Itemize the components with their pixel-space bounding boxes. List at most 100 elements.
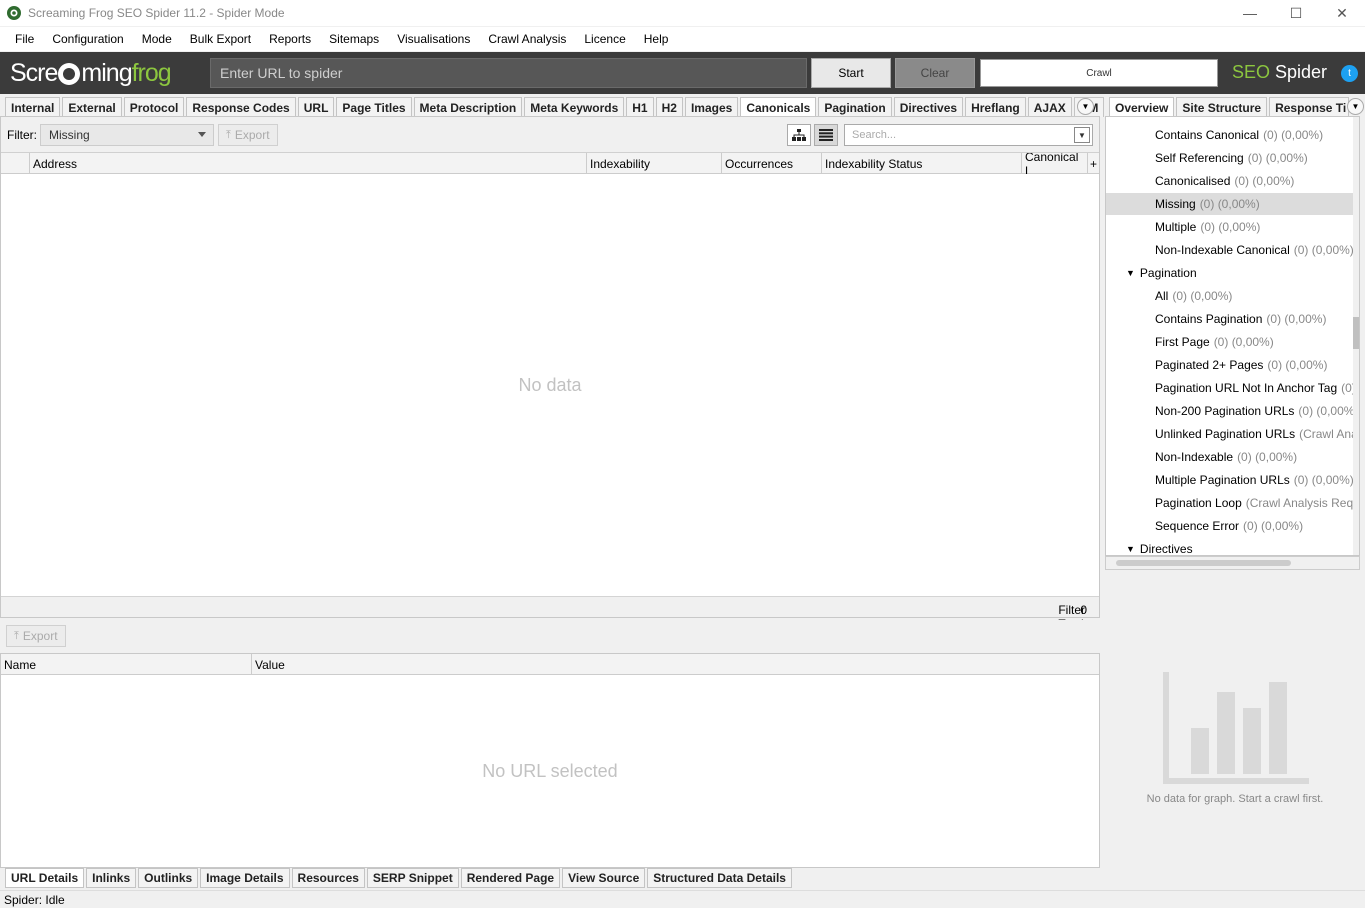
- tab-hreflang[interactable]: Hreflang: [965, 97, 1026, 117]
- no-url-selected-message: No URL selected: [482, 761, 618, 781]
- tab-meta-description[interactable]: Meta Description: [413, 97, 523, 117]
- tab-h1[interactable]: H1: [626, 97, 654, 117]
- tab-external[interactable]: External: [62, 97, 122, 117]
- add-column-icon[interactable]: +: [1087, 153, 1099, 174]
- tab-url[interactable]: URL: [297, 97, 335, 117]
- tree-item-multiple-pagination-urls[interactable]: Multiple Pagination URLs (0) (0,00%): [1106, 469, 1356, 491]
- menu-visualisations[interactable]: Visualisations: [397, 32, 470, 46]
- column-address[interactable]: Address: [29, 153, 587, 174]
- menu-bulk-export[interactable]: Bulk Export: [190, 32, 251, 46]
- menu-mode[interactable]: Mode: [142, 32, 172, 46]
- tab-images[interactable]: Images: [684, 97, 739, 117]
- tab-overview[interactable]: Overview: [1109, 97, 1175, 117]
- tree-item-pagination-loop[interactable]: Pagination Loop (Crawl Analysis Requi: [1106, 492, 1359, 514]
- lower-export-button[interactable]: ⤒ Export: [6, 625, 66, 647]
- tab-protocol[interactable]: Protocol: [123, 97, 185, 117]
- column-indexability-status[interactable]: Indexability Status: [821, 153, 1021, 174]
- expand-icon[interactable]: ▼: [1126, 268, 1135, 278]
- tab-page-titles[interactable]: Page Titles: [336, 97, 412, 117]
- export-button[interactable]: ⤒ Export: [218, 124, 278, 146]
- tree-item-all[interactable]: All (0) (0,00%): [1106, 285, 1356, 307]
- tree-item-canonicalised[interactable]: Canonicalised (0) (0,00%): [1106, 170, 1356, 192]
- status-bar: Spider: Idle: [0, 890, 1365, 908]
- tab-pagination[interactable]: Pagination: [818, 97, 892, 117]
- menu-file[interactable]: File: [15, 32, 34, 46]
- menu-sitemaps[interactable]: Sitemaps: [329, 32, 379, 46]
- column-canonical[interactable]: Canonical L: [1021, 153, 1087, 174]
- screaming-frog-logo: Scre ming frog: [10, 58, 172, 87]
- filter-select[interactable]: Missing: [40, 124, 214, 146]
- chevron-down-icon[interactable]: ▼: [1074, 127, 1090, 143]
- column-occurrences[interactable]: Occurrences: [721, 153, 821, 174]
- tab-rendered-page[interactable]: Rendered Page: [460, 868, 561, 888]
- menu-crawl-analysis[interactable]: Crawl Analysis: [488, 32, 566, 46]
- tab-image-details[interactable]: Image Details: [200, 868, 290, 888]
- horizontal-scrollbar[interactable]: [1105, 556, 1360, 570]
- tree-item-pagination[interactable]: ▼ Pagination: [1126, 262, 1197, 284]
- tab-canonicals[interactable]: Canonicals: [740, 97, 817, 117]
- start-button[interactable]: Start: [811, 58, 891, 88]
- tree-item-paginated-2-pages[interactable]: Paginated 2+ Pages (0) (0,00%): [1106, 354, 1356, 376]
- minimize-button[interactable]: —: [1227, 0, 1273, 26]
- tree-item-count: (0) (0,00%): [1200, 220, 1261, 234]
- right-tabs-overflow-icon[interactable]: ▼: [1347, 98, 1364, 115]
- tab-site-structure[interactable]: Site Structure: [1176, 97, 1268, 117]
- tab-resources[interactable]: Resources: [291, 868, 365, 888]
- tree-item-label: Pagination URL Not In Anchor Tag: [1155, 381, 1338, 395]
- twitter-icon[interactable]: t: [1341, 65, 1358, 82]
- tab-view-source[interactable]: View Source: [562, 868, 646, 888]
- tree-item-unlinked-pagination-urls[interactable]: Unlinked Pagination URLs (Crawl Analy: [1106, 423, 1359, 445]
- maximize-button[interactable]: ☐: [1273, 0, 1319, 26]
- tree-item-count: (0) (0,00%): [1199, 197, 1260, 211]
- tree-item-count: (0) (0,00%): [1237, 450, 1298, 464]
- menu-reports[interactable]: Reports: [269, 32, 311, 46]
- tab-internal[interactable]: Internal: [5, 97, 61, 117]
- tab-serp-snippet[interactable]: SERP Snippet: [366, 868, 459, 888]
- url-input[interactable]: Enter URL to spider: [210, 58, 807, 88]
- right-tabs: Overview Site Structure Response Ti: [1109, 97, 1351, 117]
- tab-ajax[interactable]: AJAX: [1027, 97, 1072, 117]
- tree-item-directives[interactable]: ▼ Directives: [1126, 538, 1193, 556]
- column-indexability[interactable]: Indexability: [586, 153, 721, 174]
- tree-item-missing[interactable]: Missing (0) (0,00%): [1106, 193, 1356, 215]
- tree-item-label: Contains Pagination: [1155, 312, 1263, 326]
- tabs-overflow-icon[interactable]: ▼: [1077, 98, 1094, 115]
- tab-inlinks[interactable]: Inlinks: [86, 868, 137, 888]
- tab-h2[interactable]: H2: [655, 97, 683, 117]
- tree-item-pagination-url-not-in-anchor-tag[interactable]: Pagination URL Not In Anchor Tag (0): [1106, 377, 1356, 399]
- tab-structured-data-details[interactable]: Structured Data Details: [647, 868, 792, 888]
- menu-licence[interactable]: Licence: [584, 32, 625, 46]
- column-value[interactable]: Value: [251, 654, 1099, 675]
- tree-item-non-indexable[interactable]: Non-Indexable (0) (0,00%): [1106, 446, 1356, 468]
- tree-item-multiple[interactable]: Multiple (0) (0,00%): [1106, 216, 1356, 238]
- vertical-scrollbar[interactable]: [1353, 117, 1359, 555]
- tree-view-icon[interactable]: [787, 124, 811, 146]
- expand-icon[interactable]: ▼: [1126, 544, 1135, 554]
- tree-item-label: Pagination: [1139, 266, 1197, 280]
- tree-item-non-indexable-canonical[interactable]: Non-Indexable Canonical (0) (0,00%): [1106, 239, 1356, 261]
- tree-item-self-referencing[interactable]: Self Referencing (0) (0,00%): [1106, 147, 1356, 169]
- search-input[interactable]: Search... ▼: [844, 124, 1093, 146]
- tree-item-sequence-error[interactable]: Sequence Error (0) (0,00%): [1106, 515, 1356, 537]
- tab-directives[interactable]: Directives: [893, 97, 964, 117]
- tab-response-codes[interactable]: Response Codes: [186, 97, 296, 117]
- tab-outlinks[interactable]: Outlinks: [138, 868, 199, 888]
- tree-item-label: Non-200 Pagination URLs: [1155, 404, 1295, 418]
- tree-item-count: (0) (0,00%): [1172, 289, 1233, 303]
- tree-item-contains-pagination[interactable]: Contains Pagination (0) (0,00%): [1106, 308, 1356, 330]
- clear-button[interactable]: Clear: [895, 58, 975, 88]
- tree-item-contains-canonical[interactable]: Contains Canonical (0) (0,00%): [1106, 124, 1356, 146]
- tree-item-non-200-pagination-urls[interactable]: Non-200 Pagination URLs (0) (0,00%): [1106, 400, 1358, 422]
- tab-url-details[interactable]: URL Details: [5, 868, 85, 888]
- menu-help[interactable]: Help: [644, 32, 669, 46]
- column-name[interactable]: Name: [1, 654, 251, 675]
- tree-item-count: (0) (0,00%): [1243, 519, 1304, 533]
- tab-response-ti[interactable]: Response Ti: [1269, 97, 1350, 117]
- close-button[interactable]: ✕: [1319, 0, 1365, 26]
- lower-toolbar: ⤒ Export: [0, 620, 1100, 652]
- list-view-icon[interactable]: [814, 124, 838, 146]
- tab-meta-keywords[interactable]: Meta Keywords: [524, 97, 625, 117]
- tree-item-first-page[interactable]: First Page (0) (0,00%): [1106, 331, 1356, 353]
- menu-configuration[interactable]: Configuration: [52, 32, 123, 46]
- tree-item-label: Directives: [1139, 542, 1193, 556]
